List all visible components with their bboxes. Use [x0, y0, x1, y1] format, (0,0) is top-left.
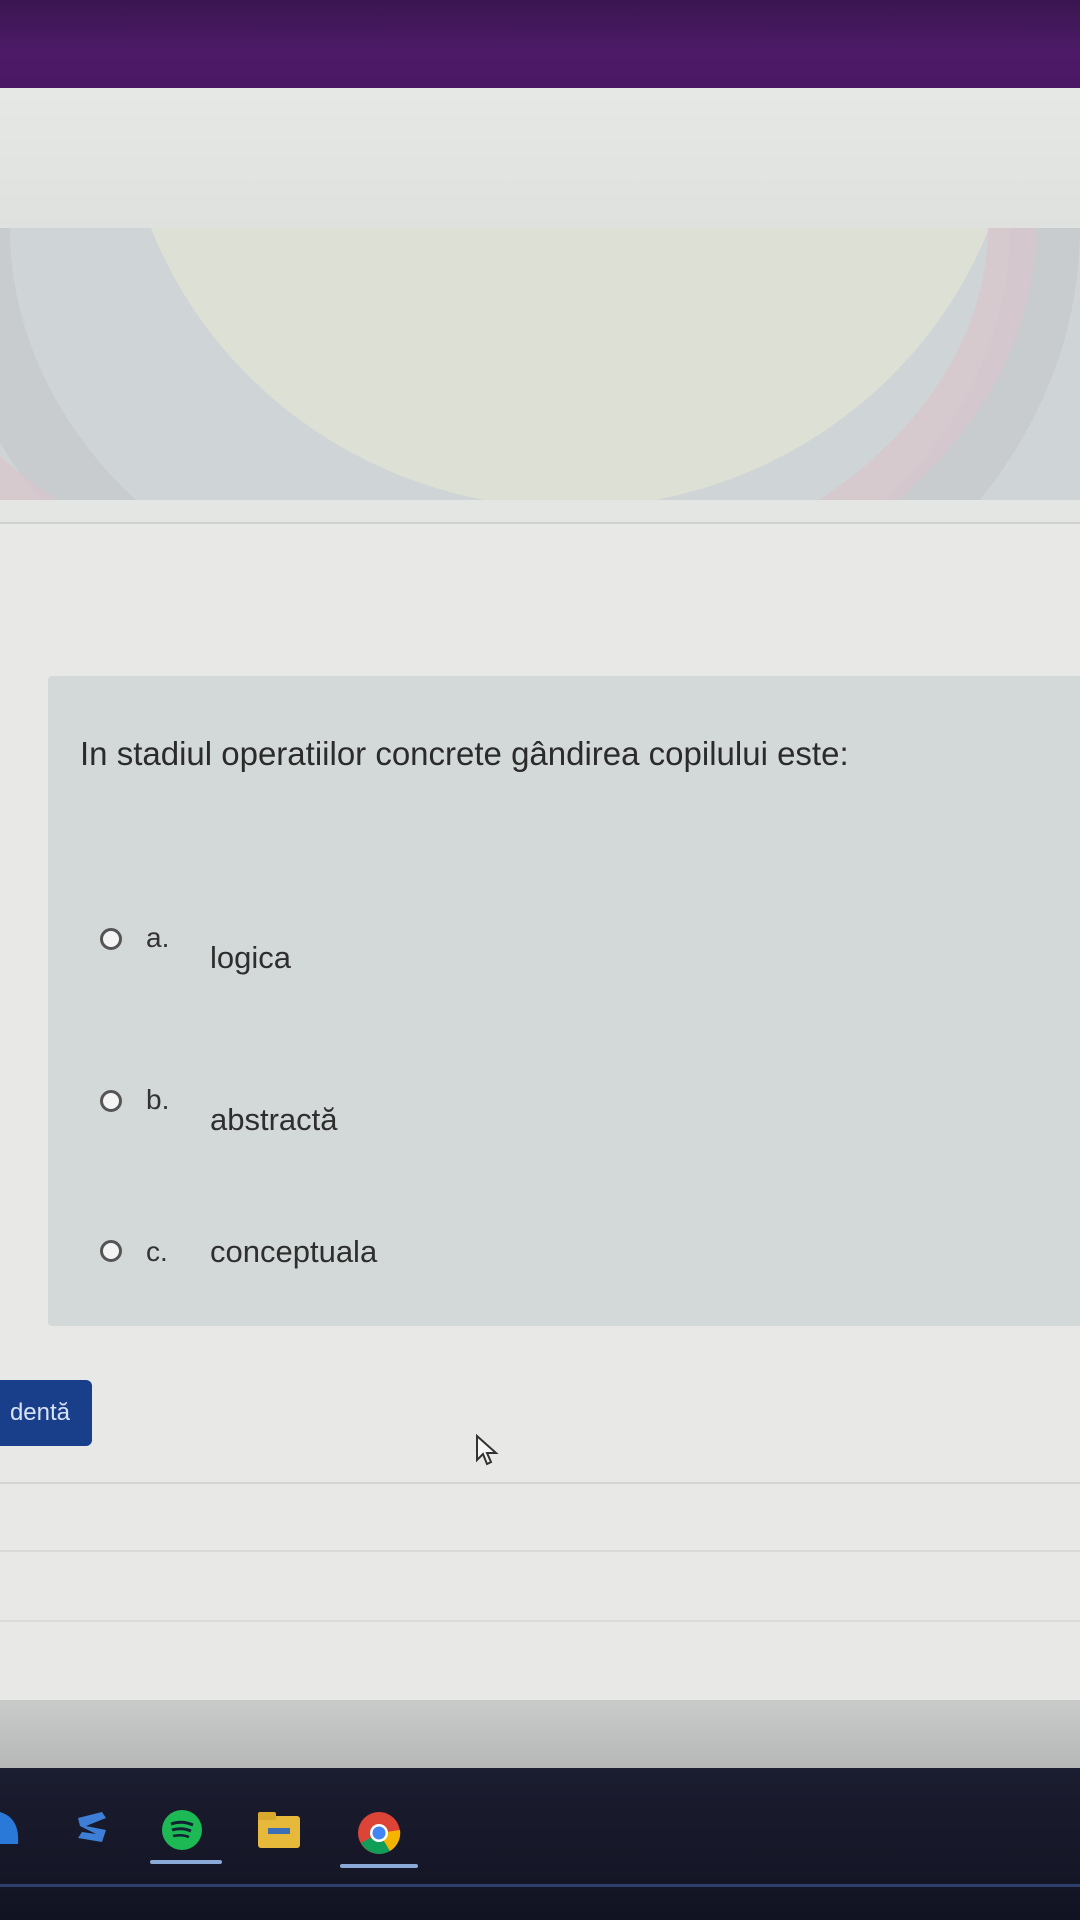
- page-subheader: [0, 88, 1080, 228]
- active-app-indicator: [150, 1860, 222, 1864]
- active-app-indicator: [340, 1864, 418, 1868]
- taskbar: [0, 1768, 1080, 1920]
- option-letter-c: c.: [146, 1236, 168, 1267]
- option-text-c[interactable]: conceptuala: [210, 1234, 377, 1270]
- option-letter-b: b.: [146, 1084, 170, 1115]
- divider: [0, 1482, 1080, 1484]
- mouse-cursor-icon: [476, 1434, 499, 1466]
- file-explorer-icon[interactable]: [256, 1810, 302, 1850]
- chrome-icon[interactable]: [356, 1810, 402, 1856]
- app-icon[interactable]: [72, 1808, 112, 1848]
- radio-button-a[interactable]: [100, 928, 122, 950]
- divider: [0, 1620, 1080, 1622]
- option-letter-a: a.: [146, 922, 170, 953]
- option-text-a[interactable]: logica: [210, 940, 291, 976]
- course-banner-image: [0, 228, 1080, 500]
- radio-button-c[interactable]: [100, 1240, 122, 1262]
- option-text-b[interactable]: abstractă: [210, 1102, 338, 1138]
- monitor-bezel-shadow: [0, 1700, 1080, 1768]
- question-text: In stadiul operatiilor concrete gândirea…: [80, 735, 849, 772]
- divider: [0, 1550, 1080, 1552]
- previous-page-button[interactable]: dentă: [0, 1380, 92, 1446]
- radio-button-b[interactable]: [100, 1090, 122, 1112]
- edge-icon[interactable]: [0, 1808, 22, 1848]
- spotify-icon[interactable]: [160, 1808, 204, 1852]
- site-header: [0, 0, 1080, 88]
- question-box: [48, 676, 1080, 1326]
- taskbar-edge: [0, 1884, 1080, 1887]
